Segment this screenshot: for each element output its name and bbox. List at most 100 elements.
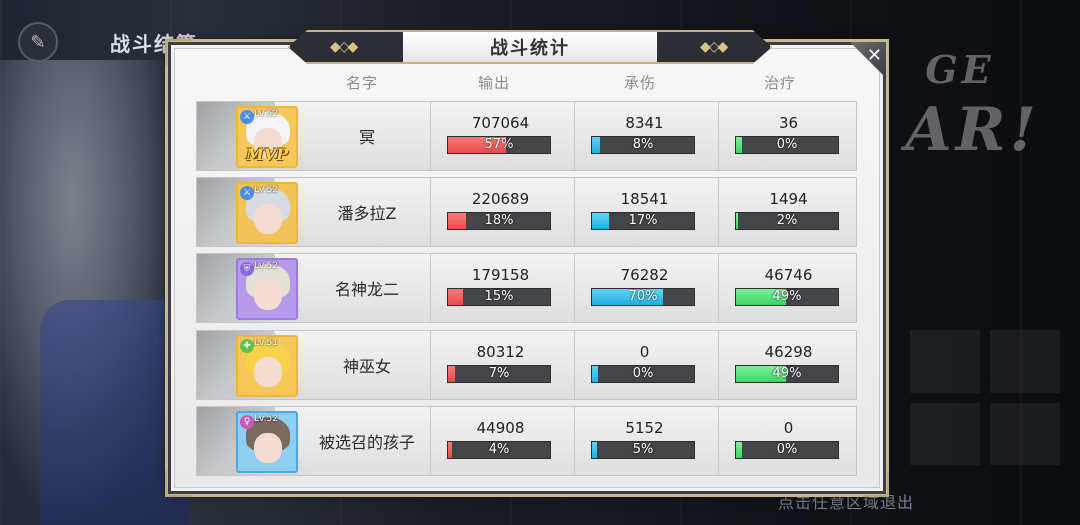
taken-cell: 76282 70% [574,254,714,322]
column-header-taken: 承伤 [623,74,656,92]
character-avatar[interactable]: ✚ Lv.51 [236,335,298,397]
level-label: Lv.52 [254,185,278,195]
damage-bar: 57% [447,136,551,154]
background-victory-text: GE AR! [905,47,1040,165]
table-row: ♀ Lv.52 被选召的孩子 44908 4% 5152 5% 0 0% [196,406,857,476]
damage-value: 220689 [471,190,530,208]
taken-value: 5152 [625,419,664,437]
column-header-name: 名字 [345,74,378,92]
level-label: Lv.52 [254,261,278,271]
damage-percent: 15% [484,289,514,304]
mvp-badge: MVP [246,145,289,164]
damage-cell: 220689 18% [430,178,570,246]
damage-cell: 44908 4% [430,407,570,475]
heal-cell: 1494 2% [718,178,858,246]
level-label: Lv.52 [254,109,278,119]
damage-bar: 7% [447,365,551,383]
taken-cell: 0 0% [574,331,714,399]
damage-percent: 18% [484,213,514,228]
damage-cell: 80312 7% [430,331,570,399]
sword-icon: ⚔ [240,186,254,200]
damage-bar: 4% [447,441,551,459]
taken-percent: 17% [628,213,658,228]
damage-cell: 179158 15% [430,254,570,322]
banner-diamond-ornament-right: ◆◇◆ [700,39,728,55]
taken-bar: 5% [591,441,695,459]
heal-value: 46298 [764,343,813,361]
taken-bar: 70% [591,288,695,306]
damage-percent: 7% [488,366,510,381]
avatar-face [254,280,282,310]
heal-cell: 0 0% [718,407,858,475]
heal-cell: 46746 49% [718,254,858,322]
reward-slot [990,330,1060,393]
dialog-corner-ornament [863,471,889,497]
character-name: 冥 [358,128,375,147]
heal-value: 46746 [764,266,813,284]
column-header-heal: 治疗 [763,74,796,92]
dialog-title: 战斗统计 [403,32,657,62]
reward-slot [910,402,980,465]
heal-cell: 46298 49% [718,331,858,399]
dialog-corner-ornament [165,471,191,497]
taken-value: 0 [639,343,650,361]
taken-value: 18541 [620,190,669,208]
taken-bar: 0% [591,365,695,383]
taken-percent: 70% [628,289,658,304]
heal-bar: 49% [735,365,839,383]
table-row: ⚔ Lv.52 MVP 冥 707064 57% 8341 8% 36 0% [196,101,857,171]
heal-percent: 0% [776,442,798,457]
taken-value: 8341 [625,114,664,132]
damage-value: 707064 [471,114,530,132]
taken-value: 76282 [620,266,669,284]
taken-percent: 0% [632,366,654,381]
damage-bar: 18% [447,212,551,230]
damage-value: 80312 [476,343,525,361]
taken-cell: 5152 5% [574,407,714,475]
heal-percent: 49% [772,366,802,381]
dialog-corner-ornament [165,39,191,65]
level-label: Lv.52 [254,414,278,424]
character-name: 被选召的孩子 [318,433,415,452]
heal-percent: 2% [776,213,798,228]
banner-diamond-ornament-left: ◆◇◆ [330,39,358,55]
reward-slot [910,330,980,393]
taken-percent: 5% [632,442,654,457]
cross-icon: ✚ [240,339,254,353]
column-header-damage: 输出 [477,74,510,92]
damage-bar: 15% [447,288,551,306]
table-row: ⛨ Lv.52 名神龙二 179158 15% 76282 70% 46746 49% [196,253,857,323]
character-avatar[interactable]: ⛨ Lv.52 [236,258,298,320]
table-row: ⚔ Lv.52 潘多拉Z 220689 18% 18541 17% 1494 2% [196,177,857,247]
character-avatar[interactable]: ⚔ Lv.52 MVP [236,106,298,168]
taken-cell: 18541 17% [574,178,714,246]
taken-percent: 8% [632,137,654,152]
heal-value: 1494 [769,190,808,208]
damage-percent: 4% [488,442,510,457]
heal-bar: 49% [735,288,839,306]
notepad-icon[interactable]: ✎ [18,22,58,62]
female-icon: ♀ [240,415,254,429]
character-name: 名神龙二 [334,280,399,299]
character-name: 神巫女 [342,357,391,376]
heal-value: 0 [783,419,794,437]
avatar-face [254,204,282,234]
character-name: 潘多拉Z [337,204,397,223]
sword-icon: ⚔ [240,110,254,124]
damage-value: 179158 [471,266,530,284]
damage-value: 44908 [476,419,525,437]
character-avatar[interactable]: ♀ Lv.52 [236,411,298,473]
character-avatar[interactable]: ⚔ Lv.52 [236,182,298,244]
heal-cell: 36 0% [718,102,858,170]
damage-cell: 707064 57% [430,102,570,170]
avatar-face [254,357,282,387]
avatar-face [254,433,282,463]
heal-value: 36 [778,114,799,132]
table-row: ✚ Lv.51 神巫女 80312 7% 0 0% 46298 49% [196,330,857,400]
heal-percent: 49% [772,289,802,304]
taken-cell: 8341 8% [574,102,714,170]
heal-percent: 0% [776,137,798,152]
heal-bar: 0% [735,136,839,154]
level-label: Lv.51 [254,338,278,348]
heal-bar: 0% [735,441,839,459]
